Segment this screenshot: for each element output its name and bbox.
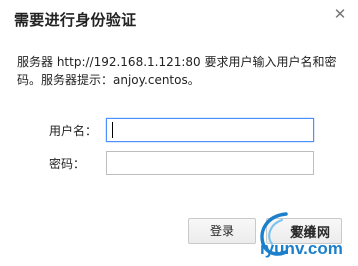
password-row: 密码： (0, 150, 358, 176)
username-label: 用户名： (49, 124, 98, 138)
auth-dialog: 需要进行身份验证 ✕ 服务器 http://192.168.1.121:80 要… (0, 0, 358, 266)
password-input[interactable] (106, 151, 314, 175)
cancel-button[interactable]: 取消 (266, 218, 342, 244)
auth-message: 服务器 http://192.168.1.121:80 要求用户输入用户名和密码… (17, 55, 337, 87)
dialog-title: 需要进行身份验证 (14, 11, 137, 29)
password-label: 密码： (49, 157, 86, 171)
login-button[interactable]: 登录 (188, 218, 256, 244)
username-row: 用户名： (0, 117, 358, 143)
text-caret (112, 122, 113, 138)
close-icon[interactable]: ✕ (332, 6, 348, 22)
username-input[interactable] (106, 118, 314, 142)
